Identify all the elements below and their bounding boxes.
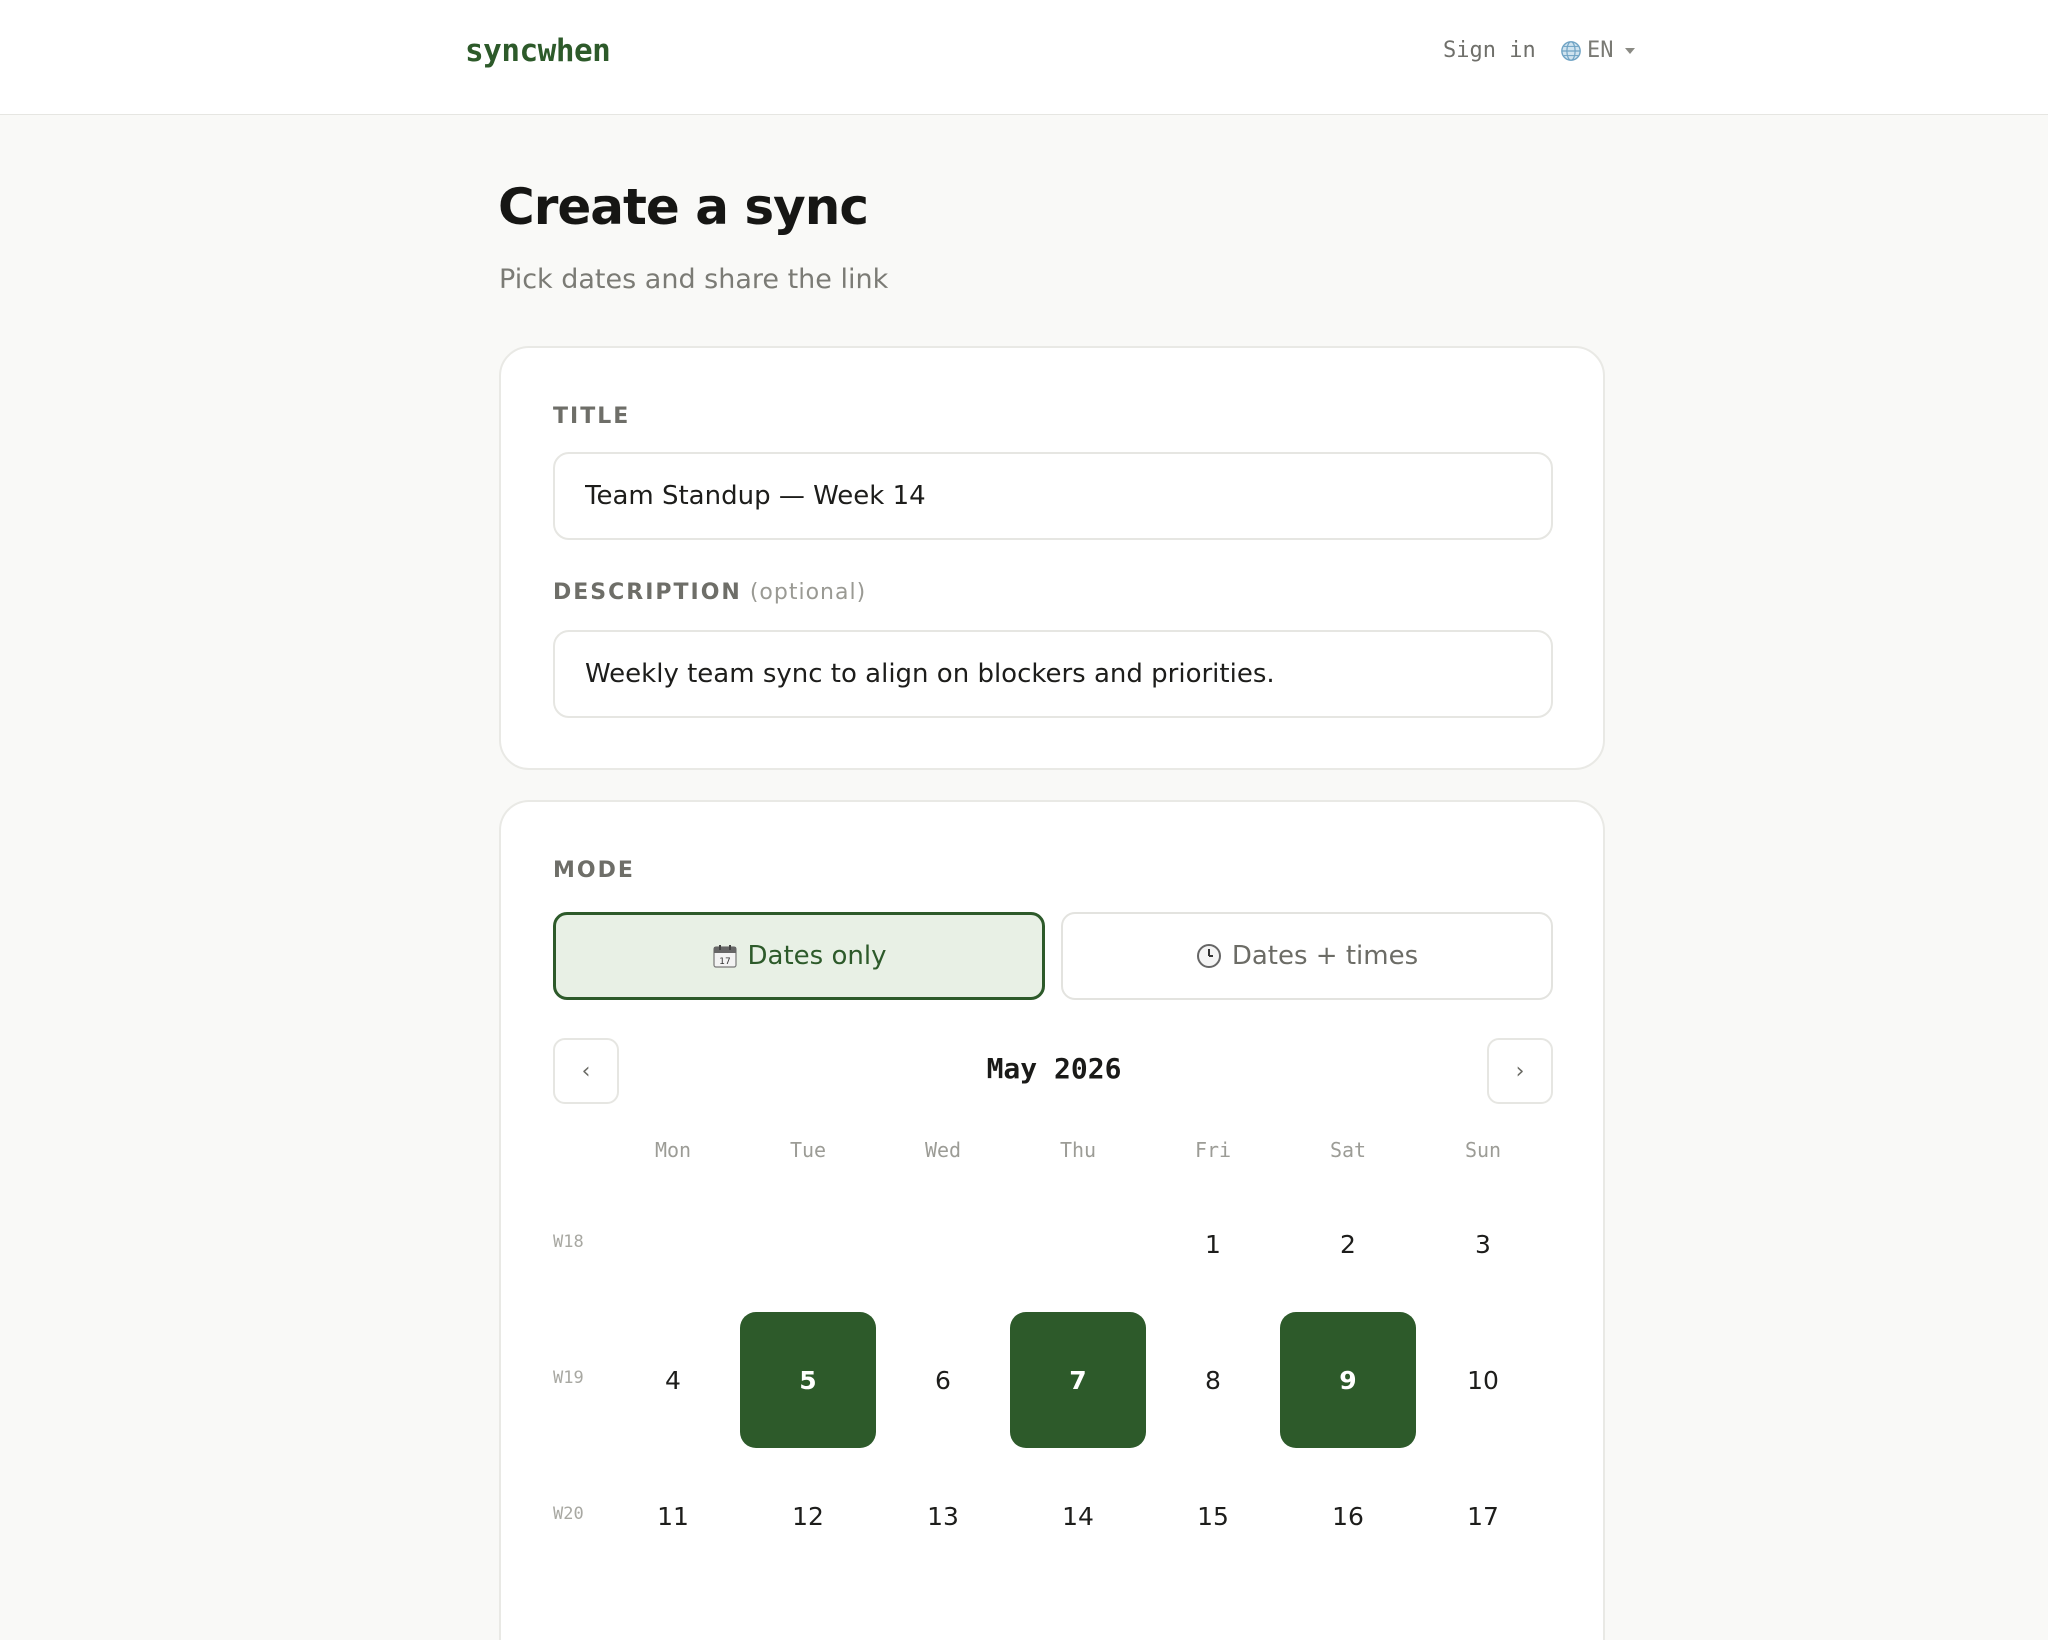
calendar-day-selected[interactable]: 5 — [740, 1312, 876, 1448]
weekday-tue: Tue — [789, 1138, 827, 1162]
calendar-icon: 17 — [712, 945, 737, 968]
optional-hint: (optional) — [749, 580, 867, 605]
calendar-day[interactable]: 16 — [1280, 1448, 1416, 1584]
details-card: TITLE DESCRIPTION (optional) — [499, 346, 1605, 770]
calendar-day[interactable]: 4 — [605, 1312, 741, 1448]
week-number: W19 — [553, 1368, 584, 1388]
weekday-fri: Fri — [1194, 1138, 1232, 1162]
description-input[interactable] — [553, 630, 1553, 718]
dates-times-label: Dates + times — [1231, 941, 1419, 971]
sign-in-link[interactable]: Sign in — [1443, 38, 1536, 63]
week-number: W20 — [553, 1504, 584, 1524]
calendar-day[interactable]: 10 — [1415, 1312, 1551, 1448]
calendar-day[interactable]: 3 — [1415, 1176, 1551, 1312]
mode-card: MODE 17 Dates only Dates + times ‹ May 2… — [499, 800, 1605, 1640]
calendar-day[interactable]: 14 — [1010, 1448, 1146, 1584]
calendar-day[interactable]: 11 — [605, 1448, 741, 1584]
calendar-day-selected[interactable]: 9 — [1280, 1312, 1416, 1448]
month-name: May — [986, 1052, 1038, 1085]
calendar-day[interactable]: 2 — [1280, 1176, 1416, 1312]
description-label-text: DESCRIPTION — [553, 580, 742, 605]
language-selector[interactable]: EN — [1560, 38, 1635, 63]
language-code: EN — [1587, 38, 1614, 63]
calendar-day[interactable]: 15 — [1145, 1448, 1281, 1584]
calendar-day[interactable]: 13 — [875, 1448, 1011, 1584]
brand-logo[interactable]: syncwhen — [465, 33, 611, 69]
weekday-thu: Thu — [1059, 1138, 1097, 1162]
calendar-day[interactable]: 8 — [1145, 1312, 1281, 1448]
calendar-day[interactable]: 12 — [740, 1448, 876, 1584]
weekday-sat: Sat — [1329, 1138, 1367, 1162]
page-title: Create a sync — [498, 178, 869, 236]
calendar-day[interactable]: 1 — [1145, 1176, 1281, 1312]
month-year: 2026 — [1054, 1052, 1122, 1085]
title-label: TITLE — [553, 404, 631, 429]
top-bar: syncwhen Sign in EN — [0, 0, 2048, 115]
month-title: May 2026 — [501, 1052, 1607, 1085]
dates-times-button[interactable]: Dates + times — [1061, 912, 1553, 1000]
chevron-down-icon — [1624, 47, 1635, 54]
weekday-mon: Mon — [654, 1138, 692, 1162]
mode-label: MODE — [553, 858, 635, 883]
dates-only-button[interactable]: 17 Dates only — [553, 912, 1045, 1000]
description-label: DESCRIPTION (optional) — [553, 580, 866, 605]
weekday-wed: Wed — [924, 1138, 962, 1162]
calendar-day-selected[interactable]: 7 — [1010, 1312, 1146, 1448]
clock-icon — [1196, 944, 1221, 968]
title-input[interactable] — [553, 452, 1553, 540]
page-subtitle: Pick dates and share the link — [499, 264, 889, 295]
dates-only-label: Dates only — [747, 941, 887, 971]
globe-icon — [1561, 40, 1581, 61]
weekday-sun: Sun — [1464, 1138, 1502, 1162]
svg-text:17: 17 — [719, 957, 730, 967]
calendar-day[interactable]: 6 — [875, 1312, 1011, 1448]
week-number: W18 — [553, 1232, 584, 1252]
next-month-button[interactable]: › — [1487, 1038, 1553, 1104]
calendar-day[interactable]: 17 — [1415, 1448, 1551, 1584]
